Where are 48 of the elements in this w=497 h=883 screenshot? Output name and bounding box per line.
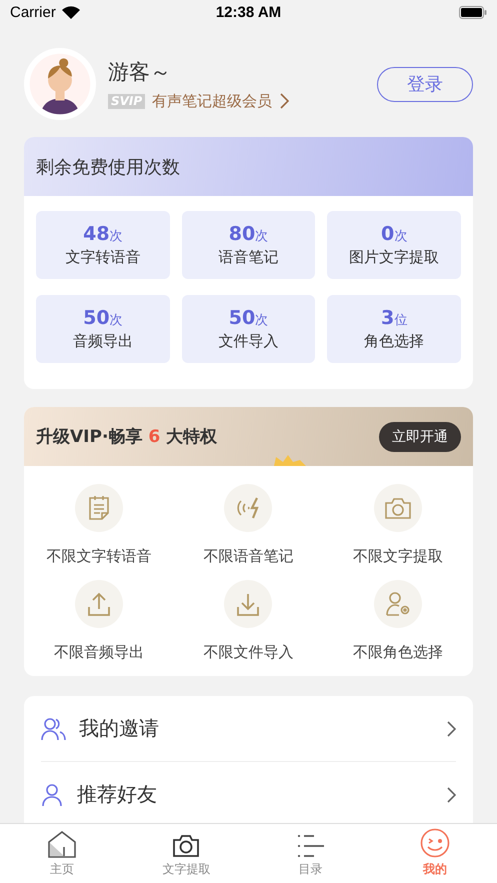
people-icon bbox=[41, 716, 67, 740]
card-header: 剩余免费使用次数 bbox=[24, 137, 473, 196]
tab[interactable]: 主页 bbox=[0, 824, 124, 883]
benefit-label: 不限文字提取 bbox=[353, 547, 444, 566]
quota-count: 48次 bbox=[83, 223, 123, 245]
chevron-icon bbox=[446, 786, 456, 802]
benefit-label: 不限角色选择 bbox=[353, 643, 444, 662]
activate-button[interactable]: 立即开通 bbox=[379, 422, 461, 452]
battery-icon bbox=[459, 6, 487, 19]
quota-count: 80次 bbox=[228, 223, 268, 245]
quota-label: 文字转语音 bbox=[65, 248, 140, 267]
smiley-icon[interactable] bbox=[420, 828, 450, 858]
upload-icon bbox=[86, 591, 112, 617]
quota-label: 文件导入 bbox=[218, 332, 278, 351]
person-icon bbox=[41, 782, 65, 806]
clock: 12:38 AM bbox=[216, 4, 282, 21]
menu-icon[interactable] bbox=[296, 834, 325, 858]
benefit-label: 不限文件导入 bbox=[203, 643, 294, 662]
membership-link[interactable]: 有声笔记超级会员 bbox=[152, 92, 272, 110]
quota-count: 50次 bbox=[228, 307, 268, 329]
benefit-label: 不限文字转语音 bbox=[46, 547, 152, 566]
quota-label: 图片文字提取 bbox=[349, 248, 440, 267]
quota-label: 角色选择 bbox=[364, 332, 424, 351]
tab[interactable]: 目录 bbox=[248, 824, 373, 883]
chevron-icon bbox=[446, 720, 456, 736]
benefit-label: 不限音频导出 bbox=[54, 643, 144, 662]
benefit-label: 不限语音笔记 bbox=[203, 547, 294, 566]
voice-icon bbox=[235, 496, 262, 520]
tab[interactable]: 文字提取 bbox=[124, 824, 248, 883]
quota-count: 3位 bbox=[381, 307, 408, 329]
home-icon[interactable] bbox=[47, 830, 78, 858]
user-name: 游客～ bbox=[108, 58, 172, 86]
notepad-icon bbox=[86, 495, 111, 521]
download-icon bbox=[235, 591, 262, 617]
chevron-icon bbox=[279, 93, 290, 109]
login-button[interactable]: 登录 bbox=[377, 66, 473, 102]
vip-title: 升级VIP·畅享 6 大特权 bbox=[36, 426, 218, 448]
quota-label: 音频导出 bbox=[72, 332, 133, 351]
quota-count: 50次 bbox=[83, 307, 123, 329]
wifi-icon bbox=[62, 6, 80, 19]
menu-item[interactable]: 我的邀请 bbox=[41, 696, 456, 761]
camera-icon bbox=[384, 496, 412, 520]
quota-count: 0次 bbox=[381, 223, 408, 245]
camera-icon[interactable] bbox=[172, 832, 200, 858]
carrier-label: Carrier bbox=[10, 4, 56, 21]
tab[interactable]: 我的 bbox=[372, 824, 497, 883]
quota-label: 语音笔记 bbox=[218, 248, 278, 267]
user-settings-icon bbox=[385, 591, 412, 617]
